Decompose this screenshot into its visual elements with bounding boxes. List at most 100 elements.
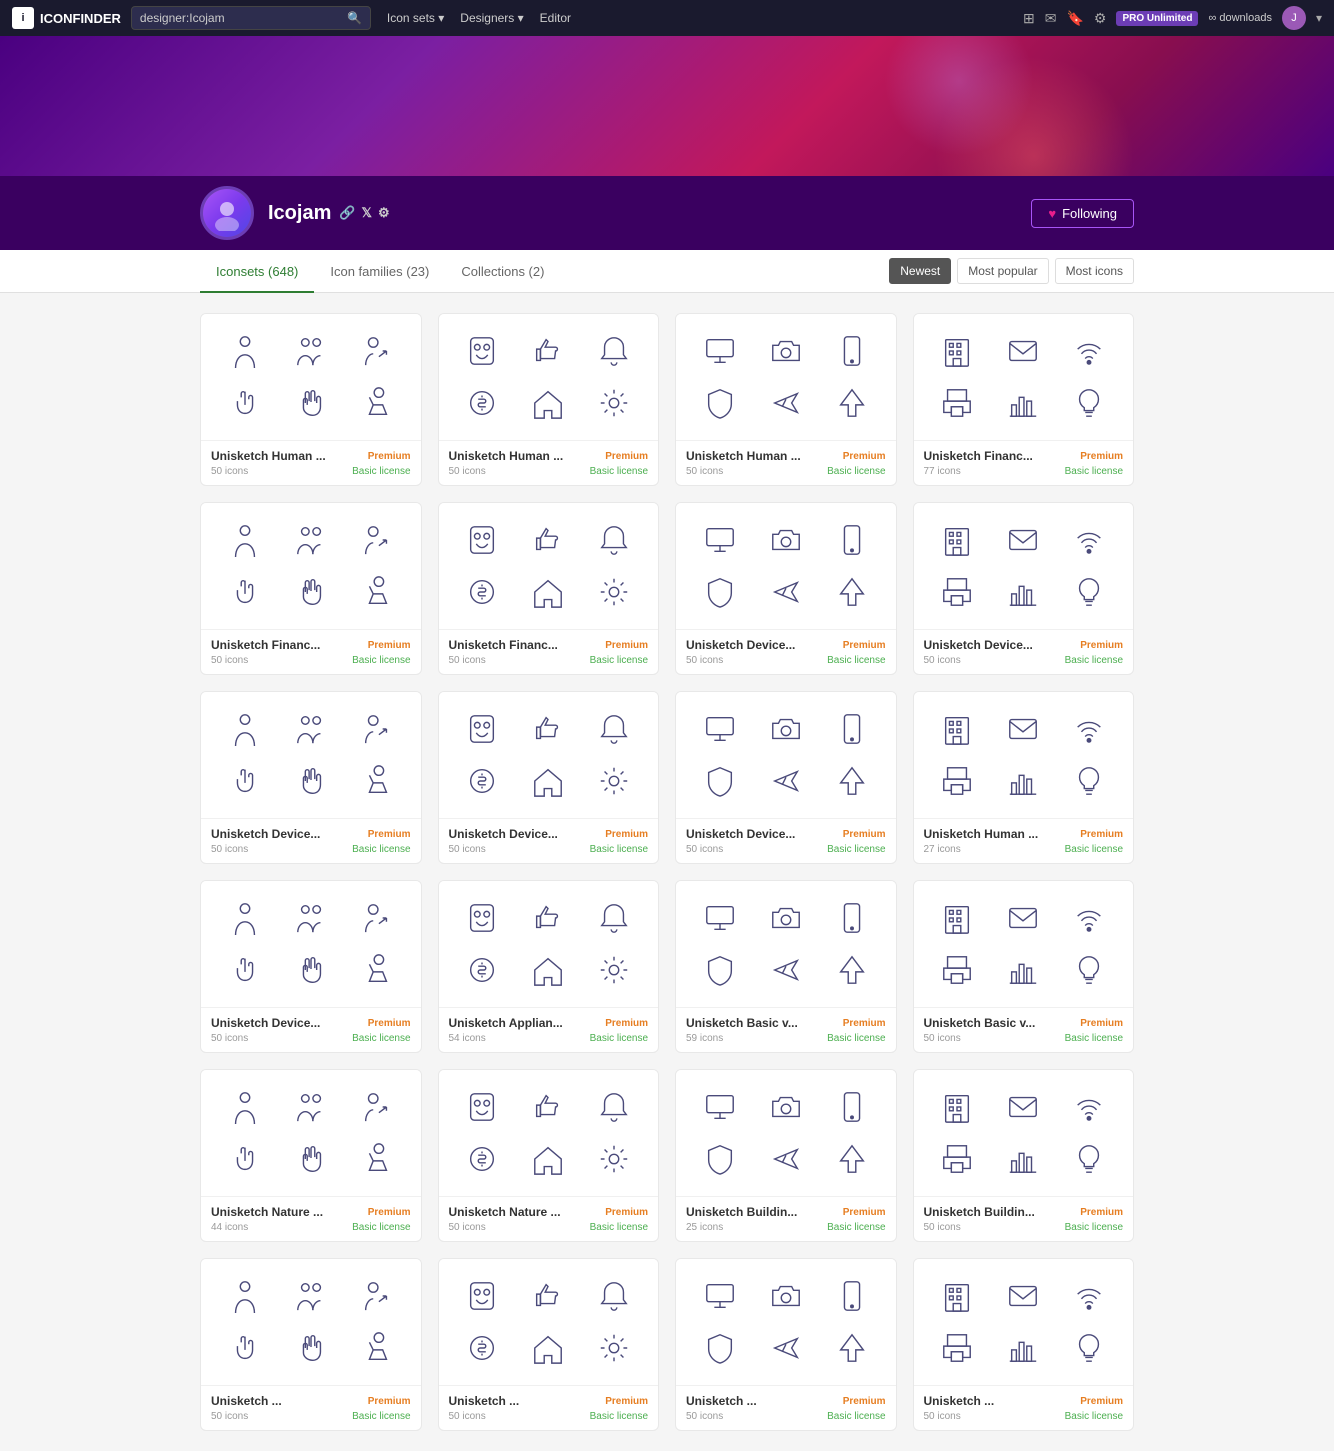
icon-cell xyxy=(279,945,343,995)
icon-cell xyxy=(820,756,884,806)
card-meta: 27 icons Basic license xyxy=(924,844,1124,855)
card-title: Unisketch ... xyxy=(449,1394,520,1408)
settings-icon[interactable]: ⚙ xyxy=(1094,10,1107,27)
icon-cell xyxy=(926,567,990,617)
icon-cell xyxy=(926,945,990,995)
hero-banner xyxy=(0,36,1334,176)
icon-cell xyxy=(1057,326,1121,376)
icon-card[interactable]: Unisketch Financ... Premium 50 icons Bas… xyxy=(200,502,422,675)
icon-cell xyxy=(820,378,884,428)
profile-info: Icojam 🔗 𝕏 ⚙ xyxy=(268,202,390,225)
license: Basic license xyxy=(827,1411,885,1422)
website-icon[interactable]: 🔗 xyxy=(339,205,355,221)
icon-card[interactable]: Unisketch ... Premium 50 icons Basic lic… xyxy=(913,1258,1135,1431)
card-info: Unisketch ... Premium 50 icons Basic lic… xyxy=(914,1385,1134,1430)
icon-cell xyxy=(991,1082,1055,1132)
icon-count: 50 icons xyxy=(449,1411,486,1422)
card-title: Unisketch Device... xyxy=(211,1016,320,1030)
icon-card[interactable]: Unisketch Device... Premium 50 icons Bas… xyxy=(200,880,422,1053)
icon-cell xyxy=(279,326,343,376)
premium-badge: Premium xyxy=(605,640,648,651)
icon-card[interactable]: Unisketch ... Premium 50 icons Basic lic… xyxy=(438,1258,660,1431)
icon-cell xyxy=(754,756,818,806)
icon-cell xyxy=(820,945,884,995)
icon-card[interactable]: Unisketch ... Premium 50 icons Basic lic… xyxy=(200,1258,422,1431)
tab-collections[interactable]: Collections (2) xyxy=(445,250,560,293)
nav-editor[interactable]: Editor xyxy=(534,0,577,36)
icon-card[interactable]: Unisketch Buildin... Premium 25 icons Ba… xyxy=(675,1069,897,1242)
search-bar: 🔍 xyxy=(131,6,371,30)
icon-card[interactable]: Unisketch Device... Premium 50 icons Bas… xyxy=(200,691,422,864)
icon-cell xyxy=(1057,1134,1121,1184)
icon-cell xyxy=(582,756,646,806)
card-meta: 54 icons Basic license xyxy=(449,1033,649,1044)
card-preview xyxy=(914,503,1134,629)
icon-cell xyxy=(279,893,343,943)
card-info: Unisketch Applian... Premium 54 icons Ba… xyxy=(439,1007,659,1052)
icon-cell xyxy=(820,515,884,565)
icon-count: 59 icons xyxy=(686,1033,723,1044)
nav-designers[interactable]: Designers ▾ xyxy=(454,0,529,36)
avatar-dropdown[interactable]: ▾ xyxy=(1316,11,1322,25)
grid-icon[interactable]: ⊞ xyxy=(1023,10,1035,27)
twitter-icon[interactable]: 𝕏 xyxy=(362,205,372,221)
card-meta: 50 icons Basic license xyxy=(449,655,649,666)
license: Basic license xyxy=(1065,1033,1123,1044)
sort-most-icons[interactable]: Most icons xyxy=(1055,258,1134,284)
nav-links: Icon sets ▾ Designers ▾ Editor xyxy=(381,0,577,36)
icon-card[interactable]: Unisketch Device... Premium 50 icons Bas… xyxy=(438,691,660,864)
icon-card[interactable]: Unisketch Financ... Premium 50 icons Bas… xyxy=(438,502,660,675)
icon-cell xyxy=(688,326,752,376)
card-title: Unisketch Device... xyxy=(924,638,1033,652)
nav-icon-sets[interactable]: Icon sets ▾ xyxy=(381,0,450,36)
icon-card[interactable]: Unisketch Basic v... Premium 59 icons Ba… xyxy=(675,880,897,1053)
icon-card[interactable]: Unisketch Basic v... Premium 50 icons Ba… xyxy=(913,880,1135,1053)
icon-card[interactable]: Unisketch Human ... Premium 50 icons Bas… xyxy=(675,313,897,486)
user-avatar[interactable]: J xyxy=(1282,6,1306,30)
search-input[interactable] xyxy=(140,11,347,25)
icon-count: 50 icons xyxy=(924,1033,961,1044)
card-info: Unisketch ... Premium 50 icons Basic lic… xyxy=(201,1385,421,1430)
card-meta: 50 icons Basic license xyxy=(686,844,886,855)
icon-card[interactable]: Unisketch Buildin... Premium 50 icons Ba… xyxy=(913,1069,1135,1242)
card-title: Unisketch ... xyxy=(686,1394,757,1408)
icon-card[interactable]: Unisketch Device... Premium 50 icons Bas… xyxy=(913,502,1135,675)
icon-card[interactable]: Unisketch Device... Premium 50 icons Bas… xyxy=(675,502,897,675)
icon-cell xyxy=(345,567,409,617)
logo[interactable]: i ICONFINDER xyxy=(12,7,121,29)
license: Basic license xyxy=(590,844,648,855)
icon-card[interactable]: Unisketch Nature ... Premium 44 icons Ba… xyxy=(200,1069,422,1242)
icon-cell xyxy=(213,378,277,428)
search-button[interactable]: 🔍 xyxy=(347,11,362,25)
card-info: Unisketch Device... Premium 50 icons Bas… xyxy=(439,818,659,863)
license: Basic license xyxy=(590,655,648,666)
card-preview xyxy=(201,881,421,1007)
sort-newest[interactable]: Newest xyxy=(889,258,951,284)
card-info: Unisketch Device... Premium 50 icons Bas… xyxy=(676,818,896,863)
icon-card[interactable]: Unisketch Human ... Premium 50 icons Bas… xyxy=(438,313,660,486)
icon-cell xyxy=(516,515,580,565)
premium-badge: Premium xyxy=(843,640,886,651)
tab-iconsets[interactable]: Iconsets (648) xyxy=(200,250,314,293)
card-meta: 50 icons Basic license xyxy=(211,466,411,477)
card-title: Unisketch ... xyxy=(211,1394,282,1408)
icon-card[interactable]: Unisketch Applian... Premium 54 icons Ba… xyxy=(438,880,660,1053)
icon-card[interactable]: Unisketch Human ... Premium 50 icons Bas… xyxy=(200,313,422,486)
settings-icon[interactable]: ⚙ xyxy=(378,205,390,221)
icon-card[interactable]: Unisketch Financ... Premium 77 icons Bas… xyxy=(913,313,1135,486)
sort-popular[interactable]: Most popular xyxy=(957,258,1048,284)
mail-icon[interactable]: ✉ xyxy=(1045,10,1057,27)
icon-card[interactable]: Unisketch Device... Premium 50 icons Bas… xyxy=(675,691,897,864)
icon-card[interactable]: Unisketch Human ... Premium 27 icons Bas… xyxy=(913,691,1135,864)
following-button[interactable]: ♥ Following xyxy=(1031,199,1134,228)
icon-cell xyxy=(688,893,752,943)
icon-card[interactable]: Unisketch Nature ... Premium 50 icons Ba… xyxy=(438,1069,660,1242)
icon-cell xyxy=(688,567,752,617)
icon-card[interactable]: Unisketch ... Premium 50 icons Basic lic… xyxy=(675,1258,897,1431)
icon-cell xyxy=(991,1134,1055,1184)
icon-cell xyxy=(451,1082,515,1132)
bookmark-icon[interactable]: 🔖 xyxy=(1066,10,1083,27)
tab-families[interactable]: Icon families (23) xyxy=(314,250,445,293)
icon-cell xyxy=(345,1082,409,1132)
premium-badge: Premium xyxy=(368,1207,411,1218)
